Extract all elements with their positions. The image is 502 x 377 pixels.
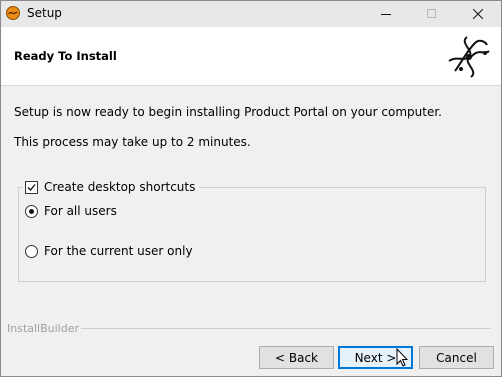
minimize-icon bbox=[381, 14, 391, 15]
back-button[interactable]: < Back bbox=[259, 346, 334, 369]
close-icon bbox=[473, 9, 483, 19]
window-title: Setup bbox=[27, 6, 62, 20]
cancel-button[interactable]: Cancel bbox=[419, 346, 494, 369]
close-button[interactable] bbox=[455, 1, 501, 27]
title-bar[interactable]: Setup bbox=[1, 1, 501, 27]
maximize-icon bbox=[427, 9, 436, 18]
radio-all-users-label: For all users bbox=[44, 204, 117, 218]
radio-button[interactable] bbox=[25, 244, 38, 258]
page-title: Ready To Install bbox=[14, 49, 117, 63]
radio-current-user-label: For the current user only bbox=[44, 244, 193, 258]
page-header: Ready To Install bbox=[1, 27, 501, 86]
minimize-button[interactable] bbox=[363, 1, 409, 27]
footer-divider bbox=[81, 328, 491, 329]
brand-label: InstallBuilder bbox=[7, 322, 80, 335]
duration-message: This process may take up to 2 minutes. bbox=[14, 135, 251, 149]
mouse-cursor-icon bbox=[396, 348, 409, 367]
setup-window: Setup Ready To Install Setup is now read… bbox=[0, 0, 502, 377]
checkmark-icon bbox=[27, 183, 36, 191]
create-shortcuts-label: Create desktop shortcuts bbox=[44, 180, 196, 194]
shortcuts-group bbox=[18, 187, 486, 282]
installer-app-icon bbox=[6, 6, 20, 20]
ready-message: Setup is now ready to begin installing P… bbox=[14, 105, 442, 119]
radio-current-user[interactable]: For the current user only bbox=[25, 244, 193, 258]
bitrock-logo-icon bbox=[448, 36, 490, 78]
radio-all-users[interactable]: For all users bbox=[25, 204, 117, 218]
radio-button-selected[interactable] bbox=[25, 204, 38, 218]
maximize-button[interactable] bbox=[409, 1, 455, 27]
checkbox-box[interactable] bbox=[25, 180, 38, 194]
create-shortcuts-checkbox[interactable]: Create desktop shortcuts bbox=[23, 178, 200, 196]
